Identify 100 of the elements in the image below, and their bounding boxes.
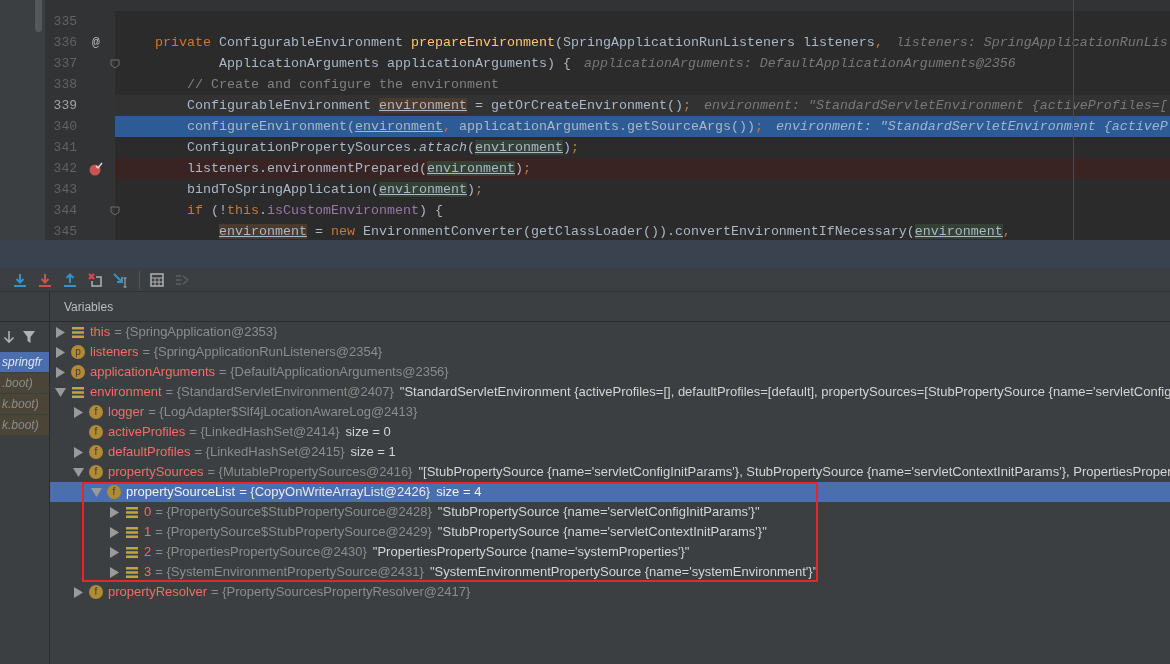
- expand-arrow-icon[interactable]: [109, 566, 120, 578]
- code-line: ConfigurationPropertySources.attach(environment);: [186, 138, 579, 157]
- stack-frame-item[interactable]: .boot): [0, 373, 49, 393]
- stack-frame-item[interactable]: springfr: [0, 352, 49, 372]
- variable-name: applicationArguments: [90, 363, 216, 382]
- drop-frame-icon[interactable]: [87, 271, 103, 288]
- variable-type: = {PropertiesPropertySource@2430}: [155, 543, 367, 562]
- variable-value: "PropertiesPropertySource {name='systemProperties'}": [372, 543, 690, 562]
- field-icon: f: [89, 585, 103, 599]
- collapse-arrow-icon[interactable]: [73, 466, 84, 478]
- field-icon: f: [89, 445, 103, 459]
- expand-arrow-icon[interactable]: [73, 586, 84, 598]
- variable-row[interactable]: environment = {StandardServletEnvironment@2407} "StandardServletEnvironment {activeProfiles=[], defaultProfiles=[default], propertySources=[StubPropertySource {name='servletConfig: [50, 382, 1170, 402]
- expand-arrow-icon[interactable]: [109, 546, 120, 558]
- stack-frame-item[interactable]: k.boot): [0, 415, 49, 435]
- parameter-icon: p: [71, 345, 85, 359]
- variable-row[interactable]: 3 = {SystemEnvironmentPropertySource@2431} "SystemEnvironmentPropertySource {name='systemEnvironment'}": [50, 562, 1170, 582]
- variable-type: = {LinkedHashSet@2415}: [194, 443, 345, 462]
- code-line: configureEnvironment(environment, applicationArguments.getSourceArgs());: [186, 117, 763, 136]
- breakpoint-icon[interactable]: [89, 161, 103, 176]
- filter-icon[interactable]: [22, 330, 36, 344]
- code-line: environment = new EnvironmentConverter(getClassLoader()).convertEnvironmentIfNecessary(environment,: [217, 222, 1011, 240]
- variable-row[interactable]: p listeners = {SpringApplicationRunListeners@2354}: [50, 342, 1170, 362]
- field-icon: f: [107, 485, 121, 499]
- variable-row[interactable]: f activeProfiles = {LinkedHashSet@2414} size = 0: [50, 422, 1170, 442]
- variable-name: 3: [144, 563, 152, 582]
- variable-row[interactable]: f propertyResolver = {PropertySourcesPropertyResolver@2417}: [50, 582, 1170, 602]
- variable-name: 1: [144, 523, 152, 542]
- fold-icon[interactable]: [110, 205, 120, 216]
- variable-value: "StubPropertySource {name='servletContextInitParams'}": [437, 523, 767, 542]
- variable-name: propertyResolver: [108, 583, 207, 602]
- calculator-icon[interactable]: [149, 271, 165, 288]
- code-line: ConfigurableEnvironment environment = getOrCreateEnvironment();: [186, 96, 691, 115]
- code-line: listeners.environmentPrepared(environment);: [186, 159, 531, 178]
- variable-value: size = 4: [436, 483, 482, 502]
- expand-arrow-icon[interactable]: [55, 326, 66, 338]
- variable-name: activeProfiles: [108, 423, 186, 442]
- variable-row[interactable]: 2 = {PropertiesPropertySource@2430} "PropertiesPropertySource {name='systemProperties'}": [50, 542, 1170, 562]
- code-line: // Create and configure the environment: [186, 75, 499, 94]
- variable-name: this: [90, 323, 111, 342]
- force-step-into-icon[interactable]: [37, 271, 53, 288]
- inline-value-hint: environment: "StandardServletEnvironment {activeProfiles=[: [703, 96, 1168, 115]
- code-line: bindToSpringApplication(environment);: [186, 180, 483, 199]
- collapse-arrow-icon[interactable]: [55, 386, 66, 398]
- expand-arrow-icon[interactable]: [73, 446, 84, 458]
- variable-icon: [125, 505, 139, 519]
- variable-name: listeners: [90, 343, 139, 362]
- variable-icon: [71, 385, 85, 399]
- variable-type: = {PropertySource$StubPropertySource@2429}: [155, 523, 432, 542]
- variable-value: size = 0: [345, 423, 391, 442]
- code-line: private ConfigurableEnvironment prepareEnvironment(SpringApplicationRunListeners listeners,: [154, 33, 883, 52]
- variable-row[interactable]: f defaultProfiles = {LinkedHashSet@2415} size = 1: [50, 442, 1170, 462]
- run-to-cursor-icon[interactable]: [112, 271, 130, 288]
- variable-name: logger: [108, 403, 145, 422]
- variable-value: size = 1: [350, 443, 396, 462]
- variable-type: = {PropertySource$StubPropertySource@2428}: [155, 503, 432, 522]
- variable-row[interactable]: p applicationArguments = {DefaultApplicationArguments@2356}: [50, 362, 1170, 382]
- down-arrow-icon[interactable]: [3, 330, 15, 344]
- variable-icon: [125, 545, 139, 559]
- variable-value: "StubPropertySource {name='servletConfigInitParams'}": [437, 503, 760, 522]
- gutter-mark[interactable]: @: [92, 32, 100, 53]
- variable-name: defaultProfiles: [108, 443, 191, 462]
- variable-name: propertySourceList: [126, 483, 236, 502]
- fold-icon[interactable]: [110, 58, 120, 69]
- variable-type: = {SystemEnvironmentPropertySource@2431}: [155, 563, 424, 582]
- field-icon: f: [89, 425, 103, 439]
- variable-type: = {MutablePropertySources@2416}: [207, 463, 413, 482]
- expand-arrow-icon[interactable]: [109, 526, 120, 538]
- variable-row[interactable]: this = {SpringApplication@2353}: [50, 322, 1170, 342]
- scrollbar-thumb[interactable]: [35, 0, 42, 32]
- expand-arrow-icon[interactable]: [73, 406, 84, 418]
- code-line: if (!this.isCustomEnvironment) {: [186, 201, 443, 220]
- panel-title: Variables: [64, 298, 114, 316]
- line-number: 339: [52, 96, 77, 115]
- inline-value-hint: applicationArguments: DefaultApplicationArguments@2356: [583, 54, 1016, 73]
- variable-icon: [125, 565, 139, 579]
- variable-type: = {LogAdapter$Slf4jLocationAwareLog@2413}: [148, 403, 418, 422]
- stack-frame-item[interactable]: k.boot): [0, 394, 49, 414]
- step-out-icon[interactable]: [62, 271, 78, 288]
- variable-type: = {DefaultApplicationArguments@2356}: [219, 363, 449, 382]
- parameter-icon: p: [71, 365, 85, 379]
- variable-name: environment: [90, 383, 162, 402]
- variable-type: = {StandardServletEnvironment@2407}: [165, 383, 394, 402]
- step-into-icon[interactable]: [12, 271, 28, 288]
- variable-value: "SystemEnvironmentPropertySource {name='systemEnvironment'}": [429, 563, 818, 582]
- variable-type: = {CopyOnWriteArrayList@2426}: [239, 483, 431, 502]
- variable-row[interactable]: 1 = {PropertySource$StubPropertySource@2429} "StubPropertySource {name='servletContextInitParams'}": [50, 522, 1170, 542]
- code-line: ApplicationArguments applicationArguments) {: [218, 54, 571, 73]
- variable-name: 2: [144, 543, 152, 562]
- variable-type: = {PropertySourcesPropertyResolver@2417}: [211, 583, 471, 602]
- variable-type: = {SpringApplication@2353}: [114, 323, 278, 342]
- variable-row[interactable]: 0 = {PropertySource$StubPropertySource@2428} "StubPropertySource {name='servletConfigInitParams'}": [50, 502, 1170, 522]
- field-icon: f: [89, 465, 103, 479]
- variable-icon: [125, 525, 139, 539]
- variable-row[interactable]: f propertySourceList = {CopyOnWriteArrayList@2426} size = 4: [50, 482, 1170, 502]
- expand-arrow-icon[interactable]: [55, 366, 66, 378]
- variable-value: "StandardServletEnvironment {activeProfiles=[], defaultProfiles=[default], propertySources=[StubPropertySource {name='servletConfig: [399, 383, 1170, 402]
- variable-row[interactable]: f logger = {LogAdapter$Slf4jLocationAwareLog@2413}: [50, 402, 1170, 422]
- expand-arrow-icon[interactable]: [55, 346, 66, 358]
- expand-arrow-icon[interactable]: [109, 506, 120, 518]
